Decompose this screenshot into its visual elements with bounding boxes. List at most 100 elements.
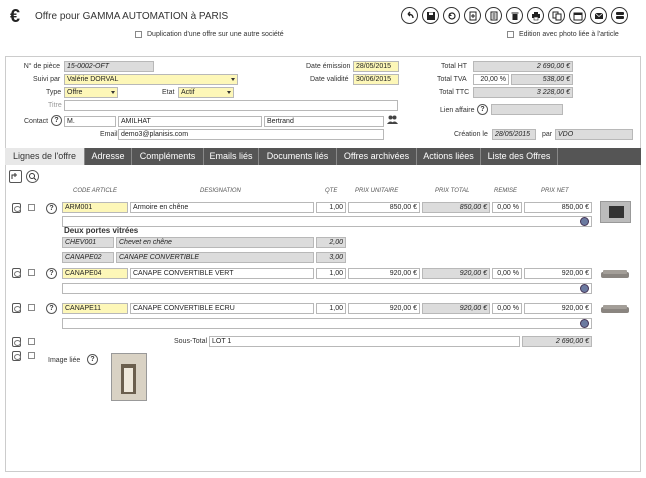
line-pt: 920,00 € bbox=[422, 268, 490, 279]
col-pn: PRIX NET bbox=[541, 188, 569, 194]
doc-icon[interactable] bbox=[12, 203, 21, 213]
tva-rate-field[interactable]: 20,00 % bbox=[473, 74, 509, 85]
line-qte[interactable]: 1,00 bbox=[316, 303, 346, 314]
row-help-icon[interactable]: ? bbox=[46, 303, 57, 314]
page-title: Offre pour GAMMA AUTOMATION à PARIS bbox=[35, 11, 229, 22]
subline-designation[interactable]: Chevet en chêne bbox=[116, 237, 314, 248]
subline-code[interactable]: CHEV001 bbox=[62, 237, 114, 248]
subtotal-name[interactable]: LOT 1 bbox=[209, 336, 520, 347]
tab-complements[interactable]: Compléments bbox=[132, 148, 204, 165]
tab-offres-archivees[interactable]: Offres archivées bbox=[337, 148, 417, 165]
database-button[interactable] bbox=[611, 7, 628, 24]
col-code: CODE ARTICLE bbox=[73, 188, 118, 194]
type-select[interactable]: Offre bbox=[64, 87, 118, 98]
doc-icon[interactable] bbox=[12, 337, 21, 347]
date-validite-field[interactable]: 30/06/2015 bbox=[353, 74, 399, 85]
piece-label: N° de pièce bbox=[23, 63, 60, 70]
chevron-down-icon bbox=[231, 78, 235, 81]
image-checkbox[interactable] bbox=[28, 352, 35, 359]
tab-actions[interactable]: Actions liées bbox=[417, 148, 481, 165]
duplicate-button[interactable] bbox=[548, 7, 565, 24]
refresh-icon bbox=[447, 11, 456, 20]
line-pu[interactable]: 920,00 € bbox=[348, 268, 420, 279]
line-code[interactable]: ARM001 bbox=[62, 202, 128, 213]
line-pu[interactable]: 850,00 € bbox=[348, 202, 420, 213]
duplicate-icon bbox=[552, 11, 561, 20]
chevron-down-icon bbox=[111, 91, 115, 94]
subline-code[interactable]: CANAPE02 bbox=[62, 252, 114, 263]
calendar-button[interactable] bbox=[569, 7, 586, 24]
line-qte[interactable]: 1,00 bbox=[316, 202, 346, 213]
new-doc-button[interactable] bbox=[464, 7, 481, 24]
save-button[interactable] bbox=[422, 7, 439, 24]
image-help-icon[interactable]: ? bbox=[87, 354, 98, 365]
line-remise[interactable]: 0,00 % bbox=[492, 202, 522, 213]
col-qte: QTE bbox=[325, 188, 338, 194]
line-designation[interactable]: CANAPE CONVERTIBLE ECRU bbox=[130, 303, 314, 314]
line-remise[interactable]: 0,00 % bbox=[492, 303, 522, 314]
contact-firstname[interactable]: Bertrand bbox=[264, 116, 384, 127]
tab-adresse[interactable]: Adresse bbox=[85, 148, 132, 165]
tab-bar: Lignes de l'offre Adresse Compléments Em… bbox=[5, 148, 641, 165]
contact-help-icon[interactable]: ? bbox=[51, 115, 62, 126]
photo-checkbox[interactable] bbox=[507, 31, 514, 38]
line-remise[interactable]: 0,00 % bbox=[492, 268, 522, 279]
row-help-icon[interactable]: ? bbox=[46, 268, 57, 279]
row-checkbox[interactable] bbox=[28, 269, 35, 276]
tab-liste-offres[interactable]: Liste des Offres bbox=[481, 148, 558, 165]
doc-icon[interactable] bbox=[12, 303, 21, 313]
line-pn[interactable]: 920,00 € bbox=[524, 268, 592, 279]
total-tva-label: Total TVA bbox=[437, 76, 467, 83]
line-pt: 920,00 € bbox=[422, 303, 490, 314]
etat-select[interactable]: Actif bbox=[178, 87, 234, 98]
line-code[interactable]: CANAPE04 bbox=[62, 268, 128, 279]
lien-help-icon[interactable]: ? bbox=[477, 104, 488, 115]
users-icon[interactable] bbox=[387, 115, 398, 124]
line-pn[interactable]: 850,00 € bbox=[524, 202, 592, 213]
subtotal-checkbox[interactable] bbox=[28, 338, 35, 345]
line-code[interactable]: CANAPE11 bbox=[62, 303, 128, 314]
suivi-select[interactable]: Valérie DORVAL bbox=[64, 74, 238, 85]
print-button[interactable] bbox=[527, 7, 544, 24]
row-help-icon[interactable]: ? bbox=[46, 203, 57, 214]
subline-qte[interactable]: 3,00 bbox=[316, 252, 346, 263]
line-pn[interactable]: 920,00 € bbox=[524, 303, 592, 314]
add-line-button[interactable] bbox=[9, 170, 22, 183]
lien-affaire-field[interactable] bbox=[491, 104, 563, 115]
contact-lastname[interactable]: AMILHAT bbox=[118, 116, 262, 127]
line-comment[interactable] bbox=[62, 318, 592, 329]
doc-icon[interactable] bbox=[12, 351, 21, 361]
titre-input[interactable] bbox=[64, 100, 398, 111]
piece-field[interactable]: 15-0002-OFT bbox=[64, 61, 154, 72]
email-button[interactable] bbox=[590, 7, 607, 24]
settings-icon[interactable] bbox=[580, 217, 589, 226]
line-pu[interactable]: 920,00 € bbox=[348, 303, 420, 314]
refresh-button[interactable] bbox=[443, 7, 460, 24]
line-qte[interactable]: 1,00 bbox=[316, 268, 346, 279]
tab-documents[interactable]: Documents liés bbox=[259, 148, 337, 165]
line-comment[interactable] bbox=[62, 283, 592, 294]
copy-button[interactable] bbox=[485, 7, 502, 24]
email-field[interactable]: demo3@planisis.com bbox=[118, 129, 384, 140]
line-designation[interactable]: Armoire en chêne bbox=[130, 202, 314, 213]
settings-icon[interactable] bbox=[580, 284, 589, 293]
contact-label: Contact bbox=[24, 118, 49, 125]
row-checkbox[interactable] bbox=[28, 204, 35, 211]
row-checkbox[interactable] bbox=[28, 304, 35, 311]
new-doc-icon bbox=[469, 11, 476, 20]
line-designation[interactable]: CANAPE CONVERTIBLE VERT bbox=[130, 268, 314, 279]
back-button[interactable] bbox=[401, 7, 418, 24]
line-comment[interactable] bbox=[62, 216, 592, 227]
search-line-button[interactable] bbox=[26, 170, 39, 183]
doc-icon[interactable] bbox=[12, 268, 21, 278]
contact-civility[interactable]: M. bbox=[64, 116, 116, 127]
date-emission-field[interactable]: 28/05/2015 bbox=[353, 61, 399, 72]
tab-emails[interactable]: Emails liés bbox=[204, 148, 259, 165]
subline-qte[interactable]: 2,00 bbox=[316, 237, 346, 248]
settings-icon[interactable] bbox=[580, 319, 589, 328]
subline-designation[interactable]: CANAPE CONVERTIBLE bbox=[116, 252, 314, 263]
calendar-icon bbox=[573, 12, 582, 20]
delete-button[interactable] bbox=[506, 7, 523, 24]
tab-lignes[interactable]: Lignes de l'offre bbox=[5, 148, 85, 165]
duplication-checkbox[interactable] bbox=[135, 31, 142, 38]
